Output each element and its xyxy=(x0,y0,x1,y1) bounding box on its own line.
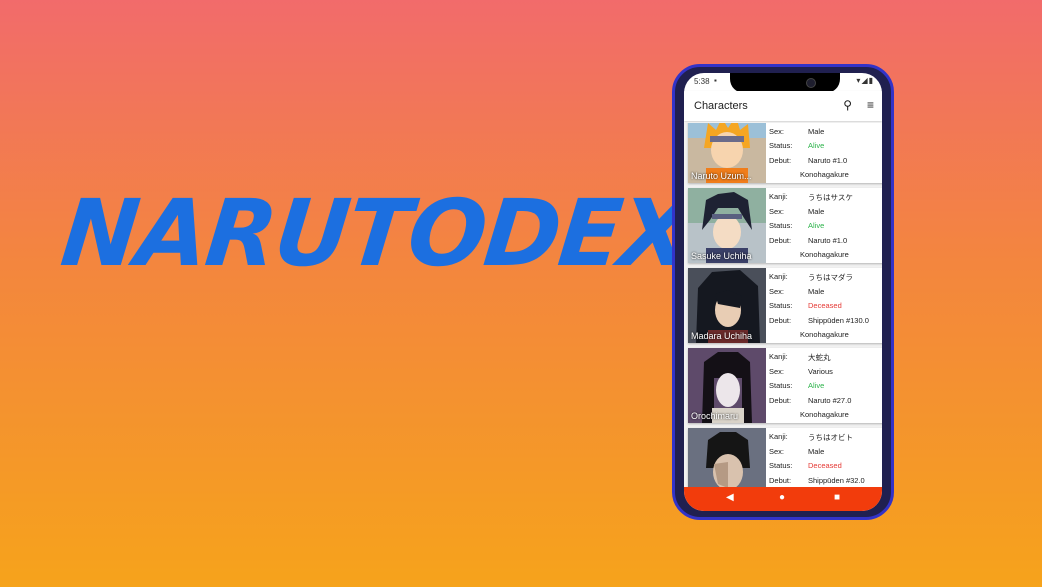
village-value: Konohagakure xyxy=(800,250,849,260)
debut-label: Debut: xyxy=(769,155,792,165)
kanji-value: 大蛇丸 xyxy=(808,353,831,362)
character-name: Orochimaru xyxy=(691,411,739,421)
sex-label: Sex: xyxy=(769,206,785,216)
sex-label: Sex: xyxy=(769,446,785,456)
debut-value: Naruto #27.0 xyxy=(808,395,852,405)
camera-icon xyxy=(806,78,816,88)
debut-label: Debut: xyxy=(769,235,792,245)
village-value: Konohagakure xyxy=(800,170,849,180)
character-name: Sasuke Uchiha xyxy=(691,251,752,261)
kanji-value: うちはマダラ xyxy=(808,273,853,282)
character-info: Kanji: うちはサスケ Sex: Male Status: Alive Debut… xyxy=(769,190,882,263)
character-info: Kanji: Sex:Male Status:Alive Debut:Narut… xyxy=(769,123,882,183)
recents-icon[interactable]: ■ xyxy=(834,492,840,503)
sex-value: Male xyxy=(808,446,825,456)
character-info: Kanji: うちはオビト Sex: Male Status: Deceased De… xyxy=(769,430,882,489)
back-icon[interactable]: ◀ xyxy=(726,492,734,503)
app-logo: NARUTODEX xyxy=(56,180,695,287)
kanji-label: Kanji: xyxy=(769,272,788,281)
character-card[interactable]: Naruto Uzum... Kanji: Sex:Male Status:Al… xyxy=(688,123,882,183)
status-label: Status: xyxy=(769,301,793,311)
status-label: Status: xyxy=(769,141,793,151)
kanji-label: Kanji: xyxy=(769,352,788,361)
sex-value: Male xyxy=(808,206,825,216)
status-value: Deceased xyxy=(808,301,842,311)
kanji-value: うちはサスケ xyxy=(808,193,853,202)
status-label: Status: xyxy=(769,461,793,471)
status-value: Deceased xyxy=(808,461,842,471)
status-label: Status: xyxy=(769,221,793,231)
character-name: Madara Uchiha xyxy=(691,331,753,341)
character-card[interactable]: Madara Uchiha Kanji: うちはマダラ Sex: Male Stat… xyxy=(688,268,882,343)
kanji-label: Kanji: xyxy=(769,432,788,441)
filter-icon[interactable]: ≡ xyxy=(867,98,874,112)
debut-label: Debut: xyxy=(769,315,792,325)
debut-value: Naruto #1.0 xyxy=(808,155,848,165)
character-thumbnail: Orochimaru xyxy=(688,348,766,423)
debut-label: Debut: xyxy=(769,395,792,405)
character-card[interactable]: Kanji: うちはオビト Sex: Male Status: Deceased De… xyxy=(688,428,882,489)
status-time: 5:38 xyxy=(694,77,710,86)
home-icon[interactable]: ● xyxy=(779,492,785,503)
status-label: Status: xyxy=(769,381,793,391)
status-value: Alive xyxy=(808,141,825,151)
debut-value: Naruto #1.0 xyxy=(808,235,848,245)
notch xyxy=(730,73,840,93)
sex-label: Sex: xyxy=(769,286,785,296)
character-thumbnail xyxy=(688,428,766,489)
village-value: Konohagakure xyxy=(800,330,849,340)
phone-frame: 5:38 ▪ ▾◢▮ Characters ⚲ ≡ Naruto Uzum...… xyxy=(672,64,894,520)
character-name: Naruto Uzum... xyxy=(691,171,752,181)
sex-value: Male xyxy=(808,126,825,136)
sim-icon: ▪ xyxy=(714,76,717,85)
sex-label: Sex: xyxy=(769,126,785,136)
character-card[interactable]: Orochimaru Kanji: 大蛇丸 Sex: Various Status:… xyxy=(688,348,882,423)
village-value: Konohagakure xyxy=(800,410,849,420)
system-nav-bar: ◀ ● ■ xyxy=(684,487,882,511)
app-bar: Characters ⚲ ≡ xyxy=(684,91,882,121)
character-info: Kanji: うちはマダラ Sex: Male Status: Deceased De… xyxy=(769,270,882,343)
page-title: Characters xyxy=(694,100,748,112)
character-thumbnail: Sasuke Uchiha xyxy=(688,188,766,263)
search-icon[interactable]: ⚲ xyxy=(843,98,852,112)
debut-label: Debut: xyxy=(769,475,792,485)
character-info: Kanji: 大蛇丸 Sex: Various Status: Alive Debut… xyxy=(769,350,882,423)
kanji-value: うちはオビト xyxy=(808,433,853,442)
character-thumbnail: Naruto Uzum... xyxy=(688,123,766,183)
sex-label: Sex: xyxy=(769,366,785,376)
debut-value: Shippūden #32.0 xyxy=(808,475,865,485)
status-value: Alive xyxy=(808,221,825,231)
character-thumbnail: Madara Uchiha xyxy=(688,268,766,343)
phone-screen: 5:38 ▪ ▾◢▮ Characters ⚲ ≡ Naruto Uzum...… xyxy=(684,73,882,511)
sex-value: Various xyxy=(808,366,833,376)
signal-battery-icon: ▾◢▮ xyxy=(856,76,874,85)
sex-value: Male xyxy=(808,286,825,296)
character-card[interactable]: Sasuke Uchiha Kanji: うちはサスケ Sex: Male Stat… xyxy=(688,188,882,263)
status-value: Alive xyxy=(808,381,825,391)
character-list[interactable]: Naruto Uzum... Kanji: Sex: Male Status: Al… xyxy=(684,123,882,489)
debut-value: Shippūden #130.0 xyxy=(808,315,869,325)
kanji-label: Kanji: xyxy=(769,192,788,201)
